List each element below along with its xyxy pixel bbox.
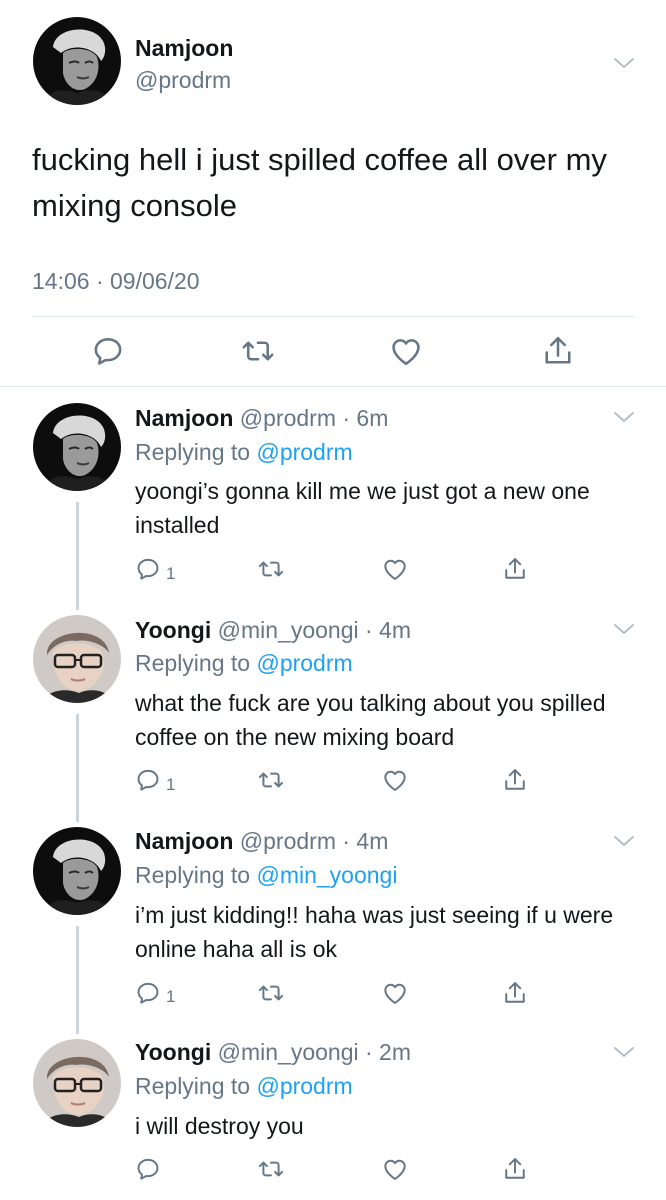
reply-count: 1 — [166, 775, 176, 794]
reply-meta: @prodrm · 4m — [239, 828, 389, 854]
author-name[interactable]: Namjoon — [135, 34, 233, 62]
share-icon[interactable] — [501, 979, 529, 1007]
reply-icon[interactable] — [134, 766, 162, 794]
mention-link[interactable]: @prodrm — [256, 1073, 352, 1099]
reply-author-name[interactable]: Yoongi — [135, 1039, 211, 1065]
reply-icon[interactable] — [134, 1155, 162, 1183]
reply-header: Yoongi @min_yoongi · 2m — [135, 1037, 411, 1067]
reply-icon[interactable] — [134, 979, 162, 1007]
reply-header: Yoongi @min_yoongi · 4m — [135, 615, 411, 645]
replying-to: Replying to @prodrm — [135, 1071, 353, 1101]
reply-meta: @min_yoongi · 4m — [217, 617, 411, 643]
replying-to: Replying to @prodrm — [135, 648, 353, 678]
avatar[interactable] — [33, 615, 121, 703]
retweet-icon[interactable] — [257, 555, 285, 583]
avatar[interactable] — [33, 403, 121, 491]
chevron-down-icon[interactable] — [613, 56, 635, 70]
avatar[interactable] — [33, 1039, 121, 1127]
tweet-text: fucking hell i just spilled coffee all o… — [32, 142, 607, 223]
replying-label: Replying to — [135, 439, 251, 465]
like-icon[interactable] — [381, 1155, 409, 1183]
mention-link[interactable]: @prodrm — [256, 439, 352, 465]
mention-link[interactable]: @min_yoongi — [256, 862, 397, 888]
reply-count: 1 — [166, 987, 176, 1006]
replying-to: Replying to @prodrm — [135, 437, 353, 467]
reply-text: what the fuck are you talking about you … — [135, 690, 606, 750]
avatar[interactable] — [33, 827, 121, 915]
reply-text: yoongi’s gonna kill me we just got a new… — [135, 478, 590, 538]
tweet-timestamp: 14:06 · 09/06/20 — [32, 268, 200, 294]
reply-author-name[interactable]: Namjoon — [135, 405, 233, 431]
author-avatar[interactable] — [33, 17, 121, 105]
divider — [0, 386, 666, 387]
like-icon[interactable] — [381, 979, 409, 1007]
share-icon[interactable] — [501, 766, 529, 794]
thread-line — [76, 714, 79, 822]
like-icon[interactable] — [388, 333, 424, 369]
thread-line — [76, 502, 79, 610]
reply-text: i’m just kidding!! haha was just seeing … — [135, 902, 614, 962]
mention-link[interactable]: @prodrm — [256, 650, 352, 676]
author-handle[interactable]: @prodrm — [135, 66, 231, 94]
reply-header: Namjoon @prodrm · 6m — [135, 403, 388, 433]
replying-label: Replying to — [135, 650, 251, 676]
thread-line — [76, 926, 79, 1034]
retweet-icon[interactable] — [240, 333, 276, 369]
chevron-down-icon[interactable] — [613, 622, 635, 636]
reply-header: Namjoon @prodrm · 4m — [135, 826, 388, 856]
chevron-down-icon[interactable] — [613, 410, 635, 424]
replying-label: Replying to — [135, 862, 251, 888]
chevron-down-icon[interactable] — [613, 834, 635, 848]
share-icon[interactable] — [501, 1155, 529, 1183]
retweet-icon[interactable] — [257, 766, 285, 794]
retweet-icon[interactable] — [257, 979, 285, 1007]
like-icon[interactable] — [381, 766, 409, 794]
replying-label: Replying to — [135, 1073, 251, 1099]
reply-text: i will destroy you — [135, 1113, 304, 1139]
like-icon[interactable] — [381, 555, 409, 583]
retweet-icon[interactable] — [257, 1155, 285, 1183]
reply-meta: @prodrm · 6m — [239, 405, 389, 431]
share-icon[interactable] — [540, 333, 576, 369]
reply-icon[interactable] — [134, 555, 162, 583]
reply-meta: @min_yoongi · 2m — [217, 1039, 411, 1065]
reply-count: 1 — [166, 564, 176, 583]
chevron-down-icon[interactable] — [613, 1045, 635, 1059]
divider — [32, 316, 635, 317]
reply-author-name[interactable]: Yoongi — [135, 617, 211, 643]
share-icon[interactable] — [501, 555, 529, 583]
reply-icon[interactable] — [90, 333, 126, 369]
reply-author-name[interactable]: Namjoon — [135, 828, 233, 854]
replying-to: Replying to @min_yoongi — [135, 860, 397, 890]
